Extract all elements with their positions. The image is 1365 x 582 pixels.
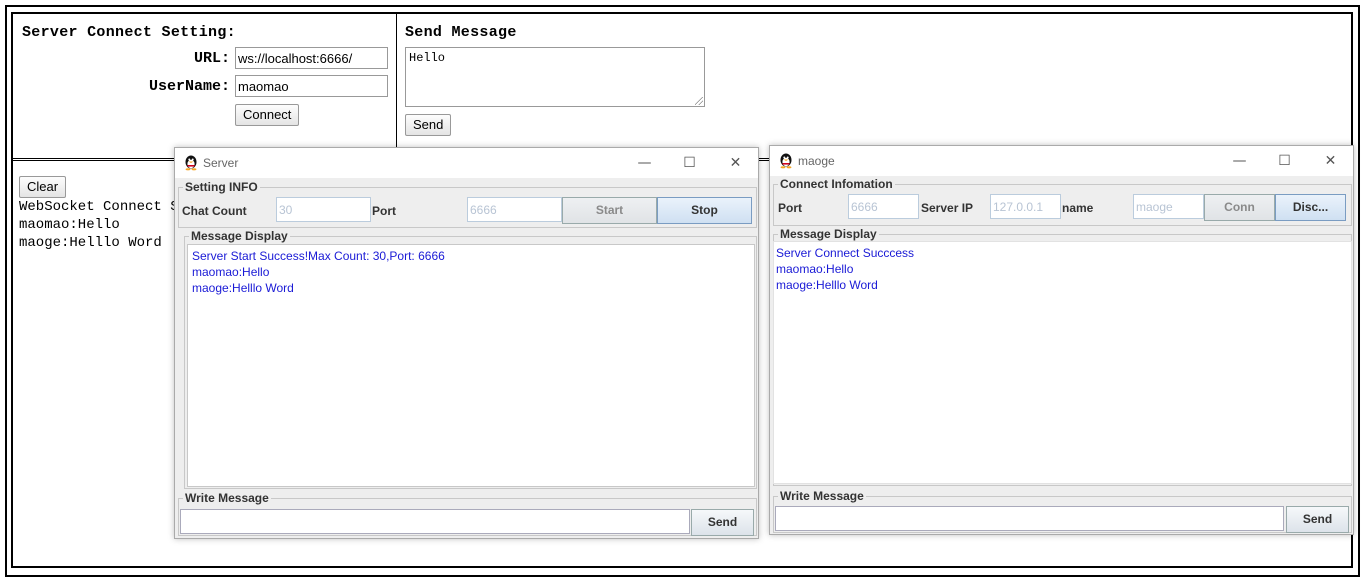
port-label: Port xyxy=(372,204,396,218)
message-display-area[interactable]: Server Start Success!Max Count: 30,Port:… xyxy=(187,244,755,487)
client-write-message-input[interactable] xyxy=(775,506,1284,531)
port-field[interactable]: 6666 xyxy=(467,197,562,222)
conn-button[interactable]: Conn xyxy=(1204,194,1275,221)
log-line: maomao:Hello xyxy=(19,217,120,233)
stop-button[interactable]: Stop xyxy=(657,197,752,224)
setting-info-title: Setting INFO xyxy=(183,180,260,194)
minimize-icon[interactable]: — xyxy=(1217,146,1262,176)
clear-button[interactable]: Clear xyxy=(19,176,67,198)
connect-info-title: Connect Infomation xyxy=(778,177,895,191)
minimize-icon[interactable]: — xyxy=(622,148,667,178)
client-window-title: maoge xyxy=(798,154,835,168)
message-display-title: Message Display xyxy=(189,229,290,243)
username-input[interactable] xyxy=(235,75,388,97)
web-send-button[interactable]: Send xyxy=(405,114,452,136)
message-line: Server Start Success!Max Count: 30,Port:… xyxy=(192,249,445,263)
connect-button[interactable]: Connect xyxy=(235,104,300,126)
name-field[interactable]: maoge xyxy=(1133,194,1204,219)
send-message-title: Send Message xyxy=(405,24,517,41)
url-label: URL: xyxy=(193,50,230,67)
message-textarea[interactable]: Hello xyxy=(405,47,705,107)
penguin-icon xyxy=(780,153,792,169)
server-window-title: Server xyxy=(203,156,239,170)
client-titlebar[interactable]: maoge — ☐ ✕ xyxy=(770,146,1353,176)
server-send-button[interactable]: Send xyxy=(691,509,754,536)
connect-setting-title: Server Connect Setting: xyxy=(22,24,236,41)
client-window: maoge — ☐ ✕ Connect Infomation Port 6666… xyxy=(769,145,1354,535)
log-line: maoge:Helllo Word xyxy=(19,235,162,251)
resize-grip-icon[interactable] xyxy=(695,97,703,105)
client-message-display-title: Message Display xyxy=(778,227,879,241)
start-button[interactable]: Start xyxy=(562,197,657,224)
close-icon[interactable]: ✕ xyxy=(1308,146,1353,176)
chat-count-field[interactable]: 30 xyxy=(276,197,371,222)
server-titlebar[interactable]: Server — ☐ ✕ xyxy=(175,148,758,178)
log-line: WebSocket Connect Su xyxy=(19,199,188,215)
close-icon[interactable]: ✕ xyxy=(713,148,758,178)
server-ip-field[interactable]: 127.0.0.1 xyxy=(990,194,1061,219)
client-message-display-area[interactable]: Server Connect Succcess maomao:Hello mao… xyxy=(773,241,1352,484)
maximize-icon[interactable]: ☐ xyxy=(667,148,712,178)
chat-count-label: Chat Count xyxy=(182,204,247,218)
client-port-label: Port xyxy=(778,201,802,215)
maximize-icon[interactable]: ☐ xyxy=(1262,146,1307,176)
username-label: UserName: xyxy=(148,78,230,95)
message-textarea-value: Hello xyxy=(409,51,446,65)
server-window: Server — ☐ ✕ Setting INFO Chat Count 30 … xyxy=(174,147,759,539)
penguin-icon xyxy=(185,155,197,171)
client-send-button[interactable]: Send xyxy=(1286,506,1349,533)
message-line: maomao:Hello xyxy=(192,265,270,279)
url-input[interactable] xyxy=(235,47,388,69)
disc-button[interactable]: Disc... xyxy=(1275,194,1346,221)
write-message-input[interactable] xyxy=(180,509,690,534)
client-write-message-title: Write Message xyxy=(778,489,866,503)
server-ip-label: Server IP xyxy=(921,201,974,215)
message-line: maomao:Hello xyxy=(776,262,854,276)
name-label: name xyxy=(1062,201,1094,215)
write-message-title: Write Message xyxy=(183,491,271,505)
client-port-field[interactable]: 6666 xyxy=(848,194,919,219)
message-line: maoge:Helllo Word xyxy=(192,281,294,295)
message-line: Server Connect Succcess xyxy=(776,246,915,260)
message-line: maoge:Helllo Word xyxy=(776,278,878,292)
